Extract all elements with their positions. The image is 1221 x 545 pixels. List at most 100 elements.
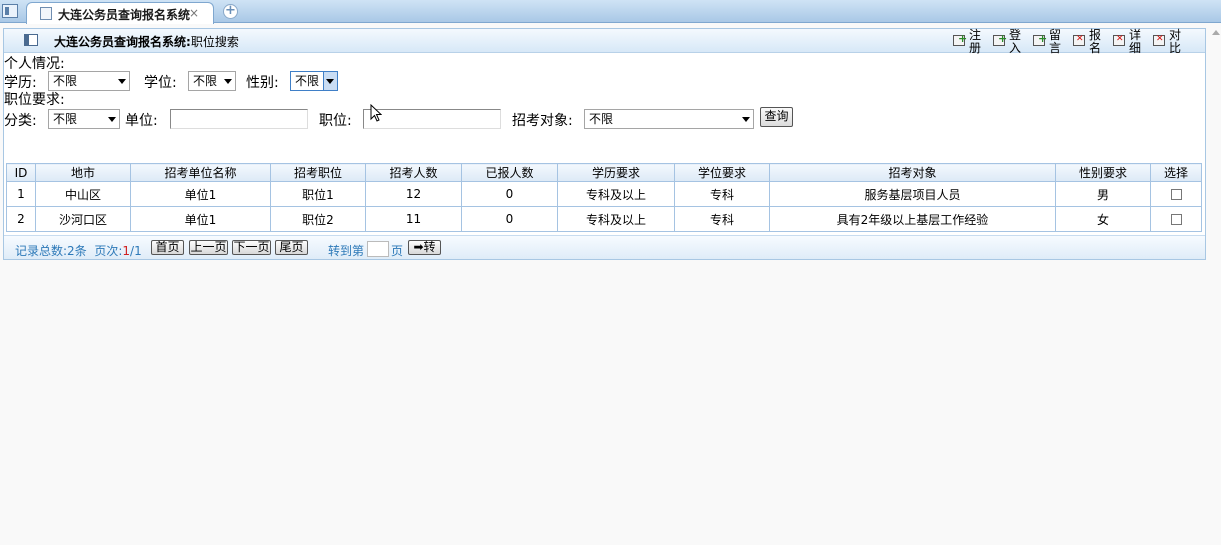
login-button[interactable]: 登入 — [991, 29, 1027, 55]
col-select: 选择 — [1150, 163, 1202, 182]
delete-icon — [1153, 34, 1165, 46]
goto-page-input[interactable] — [367, 241, 389, 257]
pager: 记录总数:2条 页次:1/1 首页 上一页 下一页 尾页 转到第 页 ➡转 — [4, 235, 1205, 259]
table-row: 1 中山区 单位1 职位1 12 0 专科及以上 专科 服务基层项目人员 男 — [6, 181, 1202, 207]
row-checkbox[interactable] — [1170, 214, 1182, 225]
col-education-req: 学历要求 — [557, 163, 675, 182]
add-icon — [993, 32, 1007, 46]
cell-gender-req: 男 — [1055, 181, 1151, 207]
col-recruit-count: 招考人数 — [365, 163, 462, 182]
cell-id: 2 — [6, 206, 36, 232]
education-select[interactable]: 不限 — [48, 71, 130, 91]
chevron-down-icon — [326, 79, 334, 84]
cell-gender-req: 女 — [1055, 206, 1151, 232]
col-gender-req: 性别要求 — [1055, 163, 1151, 182]
register-label: 注册 — [969, 28, 982, 55]
target-select[interactable]: 不限 — [584, 109, 754, 129]
cell-position: 职位2 — [270, 206, 366, 232]
cell-target: 具有2年级以上基层工作经验 — [769, 206, 1056, 232]
chevron-down-icon — [118, 79, 126, 84]
target-value: 不限 — [589, 112, 614, 126]
new-tab-button[interactable]: + — [223, 4, 238, 19]
table-row: 2 沙河口区 单位1 职位2 11 0 专科及以上 专科 具有2年级以上基层工作… — [6, 206, 1202, 232]
panel-header: 大连公务员查询报名系统:职位搜索 注册 登入 留言 报名 详细 对比 — [4, 28, 1205, 55]
category-label: 分类: — [4, 113, 37, 129]
cell-target: 服务基层项目人员 — [769, 181, 1056, 207]
cell-city: 中山区 — [35, 181, 131, 207]
cell-select — [1150, 181, 1202, 207]
col-city: 地市 — [35, 163, 131, 182]
cell-applied-count: 0 — [461, 206, 558, 232]
record-total: 2 — [67, 244, 75, 258]
scroll-up-arrow[interactable] — [1212, 30, 1220, 35]
message-button[interactable]: 留言 — [1031, 28, 1067, 55]
category-select[interactable]: 不限 — [48, 109, 120, 129]
personal-heading: 个人情况: — [4, 56, 65, 72]
chevron-down-icon — [224, 79, 232, 84]
goto-label: 转到第 — [328, 244, 365, 258]
col-applied-count: 已报人数 — [461, 163, 558, 182]
category-value: 不限 — [53, 112, 78, 126]
unit-label: 单位: — [125, 113, 158, 129]
cell-degree-req: 专科 — [674, 206, 770, 232]
gender-label: 性别: — [246, 75, 279, 91]
chevron-down-icon — [742, 117, 750, 122]
cell-degree-req: 专科 — [674, 181, 770, 207]
education-value: 不限 — [53, 74, 78, 88]
gender-value: 不限 — [295, 74, 320, 88]
cell-id: 1 — [6, 181, 36, 207]
requirements-heading: 职位要求: — [4, 92, 65, 108]
col-position: 招考职位 — [270, 163, 366, 182]
mouse-cursor-icon — [370, 104, 382, 122]
col-target: 招考对象 — [769, 163, 1056, 182]
col-id: ID — [6, 163, 36, 182]
cell-position: 职位1 — [270, 181, 366, 207]
cell-unit-name: 单位1 — [130, 181, 271, 207]
prev-page-button[interactable]: 上一页 — [189, 240, 228, 255]
cell-education-req: 专科及以上 — [557, 181, 675, 207]
tab-close-button[interactable]: × — [189, 6, 199, 20]
apply-button[interactable]: 报名 — [1071, 29, 1107, 55]
unit-input[interactable] — [170, 109, 308, 129]
tab-menu-icon[interactable] — [2, 4, 18, 18]
detail-button[interactable]: 详细 — [1111, 29, 1147, 55]
go-button[interactable]: ➡转 — [408, 240, 441, 255]
compare-label: 对比 — [1169, 28, 1182, 55]
results-table: ID 地市 招考单位名称 招考职位 招考人数 已报人数 学历要求 学位要求 招考… — [6, 163, 1202, 232]
cell-recruit-count: 11 — [365, 206, 462, 232]
degree-select[interactable]: 不限 — [188, 71, 236, 91]
register-button[interactable]: 注册 — [951, 28, 987, 55]
query-button[interactable]: 查询 — [760, 107, 793, 127]
col-degree-req: 学位要求 — [674, 163, 770, 182]
next-page-button[interactable]: 下一页 — [232, 240, 271, 255]
table-header-row: ID 地市 招考单位名称 招考职位 招考人数 已报人数 学历要求 学位要求 招考… — [6, 163, 1202, 182]
cell-recruit-count: 12 — [365, 181, 462, 207]
cell-education-req: 专科及以上 — [557, 206, 675, 232]
pager-info: 记录总数:2条 页次:1/1 — [15, 244, 142, 258]
position-input[interactable] — [363, 109, 501, 129]
panel-icon — [24, 34, 38, 46]
goto-unit: 页 — [391, 244, 404, 258]
current-page: 1 — [122, 244, 131, 258]
tab-main[interactable]: 大连公务员查询报名系统 × — [26, 2, 214, 24]
first-page-button[interactable]: 首页 — [151, 240, 184, 255]
cell-applied-count: 0 — [461, 181, 558, 207]
target-label: 招考对象: — [512, 113, 573, 129]
gender-select[interactable]: 不限 — [290, 71, 338, 91]
degree-value: 不限 — [193, 74, 218, 88]
degree-label: 学位: — [144, 75, 177, 91]
message-label: 留言 — [1049, 28, 1062, 55]
last-page-button[interactable]: 尾页 — [275, 240, 308, 255]
add-icon — [953, 32, 967, 46]
row-checkbox[interactable] — [1170, 189, 1182, 200]
tab-title: 大连公务员查询报名系统 — [58, 8, 191, 22]
cell-city: 沙河口区 — [35, 206, 131, 232]
total-pages: 1 — [134, 244, 142, 258]
compare-button[interactable]: 对比 — [1151, 28, 1187, 55]
cell-unit-name: 单位1 — [130, 206, 271, 232]
delete-icon — [1113, 34, 1125, 46]
add-icon — [1033, 32, 1047, 46]
delete-icon — [1073, 34, 1085, 46]
cell-select — [1150, 206, 1202, 232]
tab-strip: 大连公务员查询报名系统 × + — [0, 0, 1221, 24]
